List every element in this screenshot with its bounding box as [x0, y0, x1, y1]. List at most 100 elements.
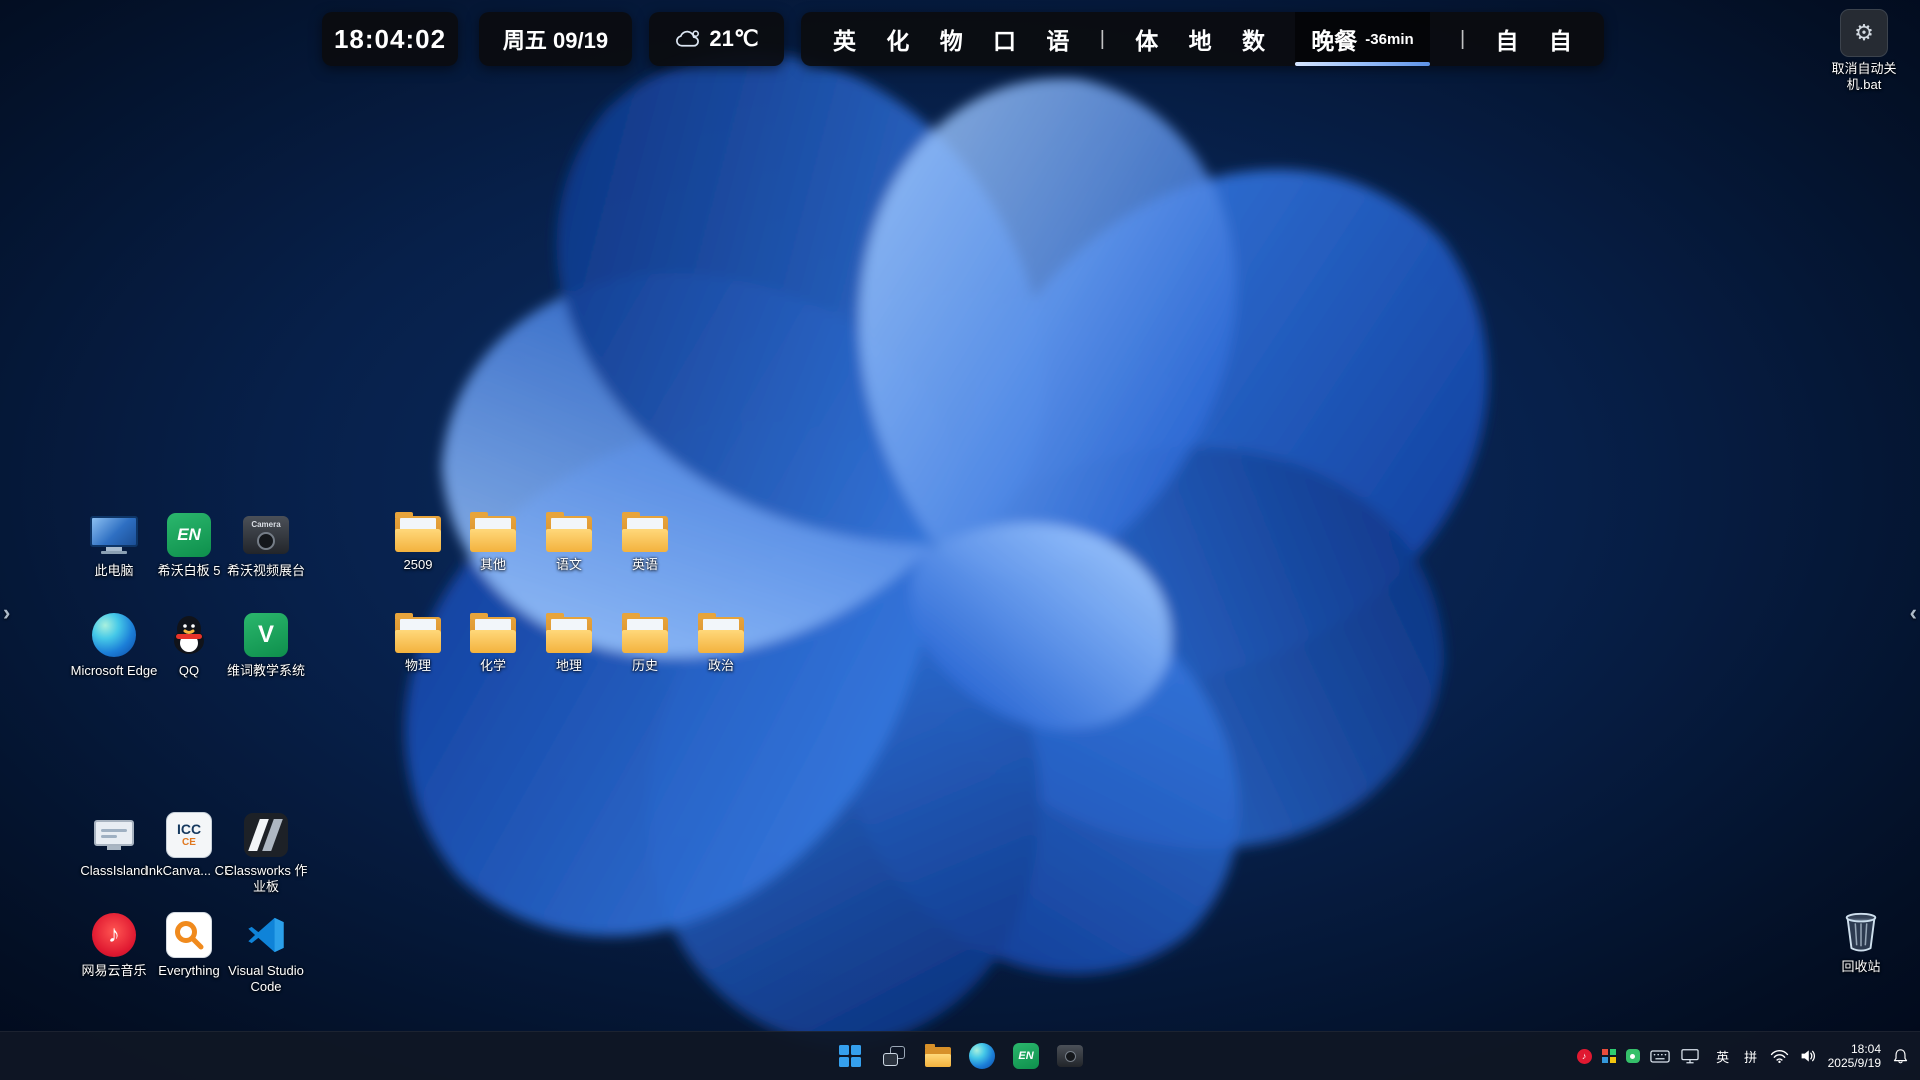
desktop-folder-chemistry[interactable]: 化学 — [455, 613, 531, 674]
desktop-folder-english[interactable]: 英语 — [607, 512, 683, 573]
folder-icon — [470, 613, 516, 653]
schedule-subject: 自 — [1548, 28, 1572, 54]
notification-bell-icon — [1893, 1049, 1908, 1064]
keyboard-tray-icon[interactable] — [1645, 1038, 1675, 1074]
netease-music-tray-icon[interactable]: ♪ — [1572, 1038, 1597, 1074]
clock-widget[interactable]: 18:04:02 — [322, 12, 458, 66]
icon-label: 希沃白板 5 — [157, 563, 221, 578]
weici-icon: V — [244, 613, 288, 657]
wifi-indicator[interactable] — [1765, 1038, 1794, 1074]
gear-glyph: ⚙ — [1854, 20, 1874, 45]
camera-icon — [1057, 1045, 1083, 1067]
folder-icon — [546, 512, 592, 552]
file-explorer-button[interactable] — [918, 1036, 958, 1076]
ime-mode-text: 拼 — [1744, 1049, 1758, 1065]
left-edge-expand-chevron[interactable]: › — [3, 602, 10, 624]
second-display-tray-icon[interactable] — [1675, 1038, 1705, 1074]
easinote-icon: EN — [167, 513, 211, 557]
ime-mode-indicator[interactable]: 拼 — [1737, 1038, 1765, 1074]
recycle-bin-icon — [1845, 912, 1877, 952]
music-note-glyph: ♪ — [1581, 1051, 1587, 1061]
camera-lens — [1064, 1050, 1076, 1062]
tray-date-text: 2025/9/19 — [1827, 1056, 1881, 1070]
camera-label: Camera — [251, 520, 281, 529]
taskbar: EN ♪ 英 拼 18:04 2025/9/19 — [0, 1031, 1920, 1080]
desktop-icon-recycle-bin[interactable]: 回收站 — [1815, 908, 1907, 975]
video-booth-taskbar-button[interactable] — [1050, 1036, 1090, 1076]
schedule-current-label: 晚餐 — [1311, 28, 1358, 54]
schedule-subject: 体 — [1135, 28, 1159, 54]
easinote-icon: EN — [1013, 1043, 1039, 1069]
chevron-right-icon: › — [3, 600, 11, 625]
desktop-folder-physics[interactable]: 物理 — [380, 613, 456, 674]
start-button[interactable] — [830, 1036, 870, 1076]
icon-label: ClassIsland — [80, 863, 148, 878]
desktop-folder-politics[interactable]: 政治 — [683, 613, 759, 674]
camera-lens — [257, 532, 275, 550]
desktop-folder-other[interactable]: 其他 — [455, 512, 531, 573]
desktop-icon-classworks[interactable]: Classworks 作业板 — [220, 812, 312, 896]
desktop-folder-2509[interactable]: 2509 — [380, 512, 456, 573]
right-edge-expand-chevron[interactable]: ‹ — [1910, 602, 1917, 624]
ime-language-indicator[interactable]: 英 — [1709, 1038, 1737, 1074]
desktop-folder-chinese[interactable]: 语文 — [531, 512, 607, 573]
green-app-tray-icon[interactable] — [1621, 1038, 1645, 1074]
netease-music-icon: ♪ — [92, 913, 136, 957]
wifi-icon — [1770, 1050, 1788, 1064]
folder-label: 历史 — [631, 658, 658, 673]
speaker-icon — [1801, 1050, 1815, 1062]
schedule-subject: 自 — [1495, 28, 1519, 54]
camera-icon: Camera — [243, 516, 289, 554]
schedule-subject: 英 — [833, 28, 856, 54]
date-widget[interactable]: 周五 09/19 — [479, 12, 632, 66]
edge-icon — [92, 613, 136, 657]
desktop-folder-geography[interactable]: 地理 — [531, 613, 607, 674]
icon-label: 回收站 — [1841, 959, 1881, 974]
icon-label: 网易云音乐 — [81, 963, 147, 978]
folder-icon — [698, 613, 744, 653]
folder-icon — [395, 613, 441, 653]
weather-cloud-icon — [676, 30, 700, 47]
schedule-subject: 语 — [1046, 28, 1070, 54]
music-note-glyph: ♪ — [108, 921, 120, 948]
easinote-taskbar-button[interactable]: EN — [1006, 1036, 1046, 1076]
edge-taskbar-button[interactable] — [962, 1036, 1002, 1076]
classisland-icon — [94, 820, 134, 850]
desktop-icon-vscode[interactable]: Visual Studio Code — [220, 912, 312, 996]
volume-indicator[interactable] — [1794, 1038, 1822, 1074]
desktop-folder-history[interactable]: 历史 — [607, 613, 683, 674]
icon-label: Everything — [158, 963, 220, 978]
vscode-icon — [248, 917, 284, 953]
taskbar-center-apps: EN — [830, 1032, 1090, 1080]
weici-badge: V — [257, 621, 274, 648]
folder-icon — [622, 613, 668, 653]
inkcanvas-badge-top: ICC — [176, 821, 202, 837]
folder-label: 2509 — [403, 557, 433, 572]
class-schedule-widget[interactable]: 英 化 物 口 语 | 体 地 数 晚餐 -36min | 自 自 — [801, 12, 1604, 66]
tray-clock[interactable]: 18:04 2025/9/19 — [1822, 1038, 1887, 1074]
schedule-subject: 物 — [939, 28, 963, 54]
schedule-subject: 数 — [1241, 28, 1265, 54]
desktop: 18:04:02 周五 09/19 21℃ 英 化 物 口 语 | 体 地 数 … — [0, 0, 1920, 1080]
folder-label: 语文 — [555, 557, 582, 572]
desktop-icon-cancel-shutdown-bat[interactable]: ⚙ 取消自动关机.bat — [1824, 9, 1904, 94]
app-grid-tray-icon[interactable] — [1597, 1038, 1621, 1074]
desktop-icon-video-booth[interactable]: Camera 希沃视频展台 — [220, 512, 312, 579]
schedule-subject: 化 — [886, 28, 910, 54]
ime-language-text: 英 — [1716, 1049, 1730, 1065]
desktop-icon-weici[interactable]: V 维词教学系统 — [220, 612, 312, 679]
notification-center-button[interactable] — [1887, 1038, 1914, 1074]
tray-time-text: 18:04 — [1850, 1041, 1881, 1056]
task-view-button[interactable] — [874, 1036, 914, 1076]
icon-label: Visual Studio Code — [228, 963, 304, 995]
gear-icon: ⚙ — [1840, 9, 1888, 57]
temperature-text: 21℃ — [709, 26, 759, 51]
task-view-icon — [883, 1046, 905, 1066]
date-text: 周五 09/19 — [502, 28, 609, 53]
weather-widget[interactable]: 21℃ — [649, 12, 784, 66]
folder-label: 政治 — [707, 658, 734, 673]
icon-label: 希沃视频展台 — [226, 563, 305, 578]
clock-text: 18:04:02 — [333, 23, 447, 54]
classworks-icon — [244, 813, 288, 857]
easinote-badge: EN — [1018, 1050, 1034, 1062]
